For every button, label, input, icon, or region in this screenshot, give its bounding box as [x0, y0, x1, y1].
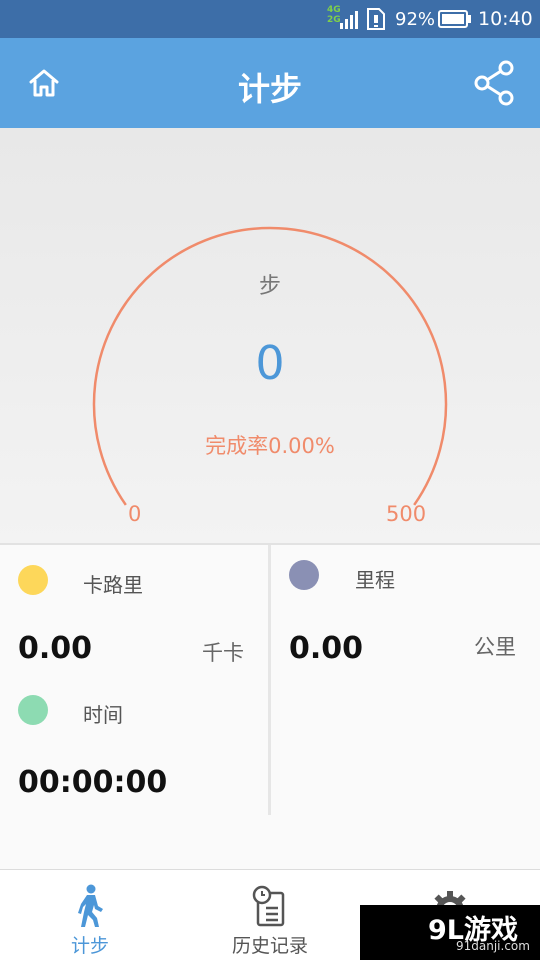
signal-icon: [340, 11, 358, 29]
gauge-min-label: 0: [128, 502, 142, 526]
walking-icon: [78, 884, 103, 927]
nav-item-steps[interactable]: 计步: [0, 870, 180, 961]
steps-value: 0: [255, 336, 285, 390]
step-gauge: 步 0 完成率0.00% 0 500: [0, 128, 540, 543]
clock: 10:40: [478, 8, 533, 30]
sim-icon: [367, 8, 385, 30]
steps-unit-label: 步: [258, 274, 281, 299]
distance-value: 0.00: [289, 631, 364, 666]
calories-label: 卡路里: [83, 573, 143, 597]
status-bar: 4G 2G 92% 10:40: [0, 0, 540, 38]
time-label: 时间: [83, 703, 123, 727]
completion-rate: 完成率0.00%: [205, 434, 335, 458]
distance-dot: [289, 560, 319, 590]
calories-value: 0.00: [18, 631, 93, 666]
app-header: 计步: [0, 38, 540, 128]
network-type-bottom: 2G: [327, 15, 341, 25]
calories-unit: 千卡: [202, 641, 244, 665]
nav-label: 计步: [70, 935, 109, 957]
distance-label: 里程: [355, 568, 395, 592]
nav-item-history[interactable]: 历史记录: [180, 870, 360, 961]
history-clipboard-icon: [252, 885, 285, 927]
site-watermark: 9L游戏 91danji.com: [360, 905, 540, 960]
share-icon[interactable]: [474, 60, 516, 106]
battery-percent: 92%: [395, 9, 436, 30]
calories-dot: [18, 565, 48, 595]
watermark-site: 91danji.com: [456, 939, 530, 953]
network-type: 4G 2G: [327, 5, 341, 25]
time-value: 00:00:00: [18, 765, 168, 800]
gauge-max-label: 500: [386, 502, 427, 526]
nav-label: 历史记录: [231, 935, 308, 957]
page-title: 计步: [237, 70, 302, 108]
distance-unit: 公里: [474, 635, 516, 659]
network-type-top: 4G: [327, 5, 341, 15]
stats-panel: 卡路里 0.00 千卡 里程 0.00 公里 时间 00:00:00: [0, 543, 540, 871]
time-dot: [18, 695, 48, 725]
battery-icon: [438, 10, 471, 28]
stats-divider: [268, 545, 271, 815]
